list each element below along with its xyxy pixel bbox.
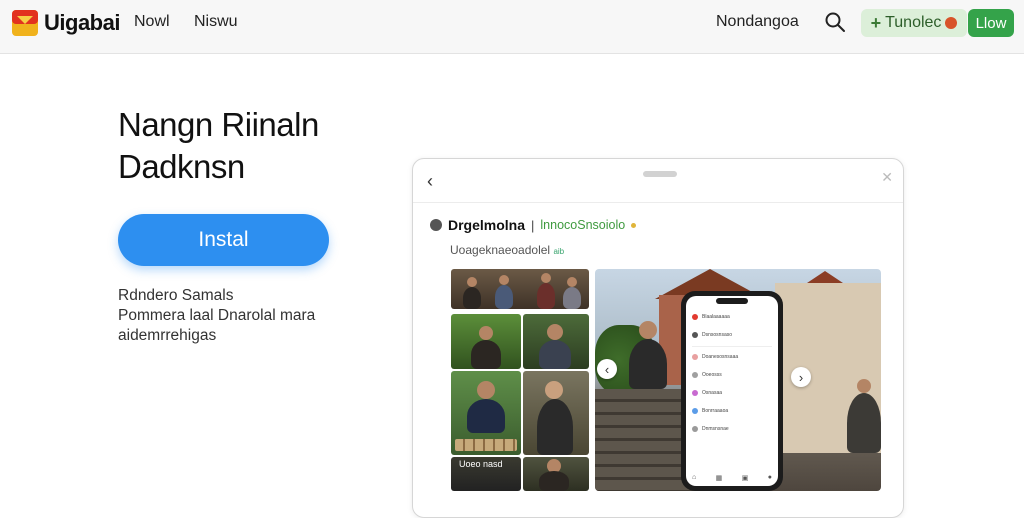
phone-list-row[interactable]: Ooeosss xyxy=(692,370,722,380)
phone-tab-bar: ⌂ ▦ ▣ ● xyxy=(692,474,772,482)
phone-list-row[interactable]: Dsnsosnsaso xyxy=(692,330,732,340)
drag-handle[interactable] xyxy=(643,171,677,177)
phone-mockup: Blaalaaaaaa Dsnsosnsaso Doanesosnsaaa Oo… xyxy=(681,291,783,491)
avatar-icon xyxy=(945,17,958,29)
phone-screen: Blaalaaaaaa Dsnsosnsaso Doanesosnsaaa Oo… xyxy=(686,296,778,486)
gallery-photo[interactable] xyxy=(523,457,589,491)
app-header-row: Drgelmolna | lnnocoSnsoiolo xyxy=(430,215,637,235)
cta-button[interactable]: + Tunolec xyxy=(861,9,967,37)
chevron-left-icon[interactable]: ‹ xyxy=(597,359,617,379)
app-logo-icon[interactable] xyxy=(12,10,38,36)
app-subtitle: Uoageknaeoadolel aib xyxy=(450,243,564,257)
nav-link-1[interactable]: Nowl xyxy=(134,13,170,31)
page-title: Nangn Riinaln Dadknsn xyxy=(118,104,378,188)
profile-icon[interactable]: ● xyxy=(768,474,772,482)
hero-description: Rdndero Samals Pommera laal Dnarolal mar… xyxy=(118,286,358,346)
preview-window: ‹ ✕ Drgelmolna | lnnocoSnsoiolo Uoagekna… xyxy=(412,158,904,518)
gallery-photo[interactable] xyxy=(451,269,589,309)
gallery-photo[interactable] xyxy=(523,314,589,369)
title-line-2: Dadknsn xyxy=(118,148,245,185)
thumbnail-strip[interactable] xyxy=(455,439,517,451)
top-navigation-bar: Uigabai Nowl Niswu Nondangoa + Tunolec L… xyxy=(0,0,1024,54)
phone-header-row: Blaalaaaaaa xyxy=(692,312,730,322)
home-icon[interactable]: ⌂ xyxy=(692,474,696,482)
app-avatar-icon xyxy=(430,219,442,231)
phone-list-row[interactable]: Osnasaa xyxy=(692,388,722,398)
phone-list-row[interactable]: Doanesosnsaaa xyxy=(692,352,738,362)
desc-line: Rdndero Samals xyxy=(118,287,234,304)
grid-icon[interactable]: ▦ xyxy=(716,474,723,482)
app-tag[interactable]: lnnocoSnsoiolo xyxy=(540,218,625,232)
preview-window-bar: ‹ ✕ xyxy=(413,159,903,203)
gallery-photo[interactable] xyxy=(451,371,521,455)
separator: | xyxy=(531,217,535,233)
status-dot-icon xyxy=(631,222,637,228)
brand-name[interactable]: Uigabai xyxy=(44,10,120,36)
gallery-photo[interactable]: Uoeo nasd xyxy=(451,457,521,491)
gallery-photo[interactable] xyxy=(451,314,521,369)
close-icon[interactable]: ✕ xyxy=(881,169,893,186)
language-selector[interactable]: Nondangoa xyxy=(716,13,799,31)
media-icon[interactable]: ▣ xyxy=(742,474,749,482)
app-subtitle-text: Uoageknaeoadolel xyxy=(450,243,551,257)
desc-line: Pommera laal Dnarolal mara xyxy=(118,307,316,324)
plus-icon: + xyxy=(870,12,882,33)
login-button[interactable]: Llow xyxy=(968,9,1014,37)
desc-line: aidemrrehigas xyxy=(118,327,217,344)
featured-photo[interactable]: Blaalaaaaaa Dsnsosnsaso Doanesosnsaaa Oo… xyxy=(595,269,881,491)
cta-label: Tunolec xyxy=(885,14,942,31)
chevron-right-icon[interactable]: › xyxy=(791,367,811,387)
install-button[interactable]: Instal xyxy=(118,214,329,266)
nav-link-2[interactable]: Niswu xyxy=(194,13,238,31)
phone-list-row[interactable]: Bonrraaaoa xyxy=(692,406,728,416)
title-line-1: Nangn Riinaln xyxy=(118,106,319,143)
gallery-photo[interactable] xyxy=(523,371,589,455)
app-name[interactable]: Drgelmolna xyxy=(448,217,525,233)
search-icon[interactable] xyxy=(824,11,846,33)
photo-caption: Uoeo nasd xyxy=(459,459,503,469)
back-arrow-icon[interactable]: ‹ xyxy=(427,171,433,192)
phone-list-row[interactable]: Dnmsnsnae xyxy=(692,424,729,434)
app-subtitle-note: aib xyxy=(553,247,565,256)
